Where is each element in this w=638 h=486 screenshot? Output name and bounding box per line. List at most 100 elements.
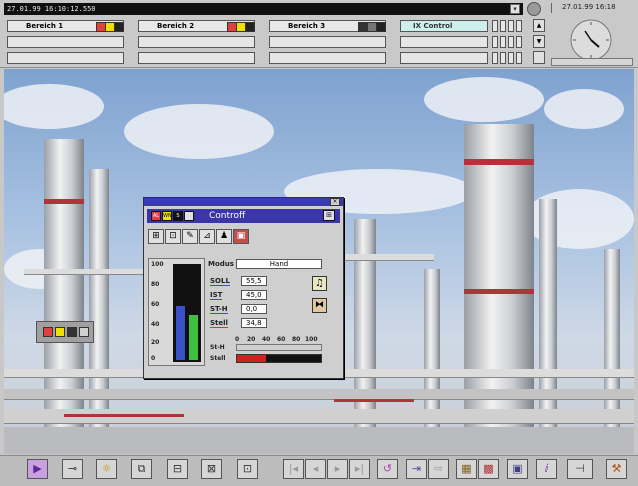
clock-text: 27.01.99 16:18: [551, 3, 635, 13]
soll-value[interactable]: 55,5: [241, 276, 267, 286]
scale-tick: 60: [277, 336, 286, 343]
sth-label: ST-H: [210, 305, 228, 314]
slot[interactable]: [516, 20, 522, 32]
modus-label: Modus: [208, 260, 234, 268]
print-icon[interactable]: ⊟: [167, 459, 188, 479]
dialog-title: Controff: [209, 211, 246, 221]
stell-value[interactable]: 34,8: [241, 318, 267, 328]
tab-detail-icon[interactable]: ⊡: [165, 229, 181, 244]
tab-faceplate-icon[interactable]: ⊞: [148, 229, 164, 244]
scroll-end-button[interactable]: [533, 51, 545, 64]
key-icon[interactable]: ⊸: [62, 459, 83, 479]
tab-user-icon[interactable]: ♟: [216, 229, 232, 244]
area-cell[interactable]: [138, 36, 255, 48]
slot[interactable]: [516, 36, 522, 48]
plant-icon[interactable]: ▦: [456, 459, 477, 479]
save-icon[interactable]: ⊠: [201, 459, 222, 479]
stell-bar: [189, 315, 198, 360]
gauge-tick: 20: [151, 339, 160, 346]
header-bar: 27.01.99 16:10:12.550 ▾ 27.01.99 16:18 B…: [0, 0, 638, 68]
state-indicator: [376, 22, 386, 32]
clock-strip: [551, 58, 633, 66]
dropdown-icon[interactable]: ▾: [510, 4, 520, 14]
first-icon[interactable]: |◂: [283, 459, 304, 479]
prev-icon[interactable]: ◂: [305, 459, 326, 479]
sth-value[interactable]: 0,0: [241, 304, 267, 314]
slot[interactable]: [508, 36, 514, 48]
dialog-header: AL WN S Controff ⊞: [147, 209, 340, 223]
scale-tick: 100: [305, 336, 318, 343]
gauge-tick: 80: [151, 281, 160, 288]
tab-tune-icon[interactable]: ✎: [182, 229, 198, 244]
stell-bar-label: Stell: [210, 355, 226, 362]
area-cell[interactable]: [400, 52, 488, 64]
light-icon[interactable]: ☼: [96, 459, 117, 479]
dialog-titlebar[interactable]: [144, 198, 343, 206]
start-icon[interactable]: ▶: [27, 459, 48, 479]
area-label: Bereich 2: [157, 22, 195, 30]
monitor-icon[interactable]: ▣: [507, 459, 528, 479]
gauge-tick: 0: [151, 355, 156, 362]
ix-control-button[interactable]: IX Control: [400, 20, 488, 32]
next-icon[interactable]: ▸: [327, 459, 348, 479]
scale-tick: 40: [262, 336, 271, 343]
stell-output-bar: [236, 354, 322, 363]
state-indicator: [245, 22, 255, 32]
modus-value[interactable]: Hand: [236, 259, 322, 269]
area-cell[interactable]: [269, 36, 386, 48]
area-cell[interactable]: [7, 52, 124, 64]
slot[interactable]: [500, 36, 506, 48]
alarm-list-icon[interactable]: ▩: [478, 459, 499, 479]
badge-blank: [184, 211, 194, 221]
datetime-display: 27.01.99 16:10:12.550: [4, 3, 523, 15]
area-cell[interactable]: [7, 36, 124, 48]
edit-icon[interactable]: ⚒: [606, 459, 627, 479]
close-icon[interactable]: ×: [330, 198, 340, 206]
slot[interactable]: [500, 20, 506, 32]
gauge-tick: 100: [151, 261, 164, 268]
badge-wn: WN: [162, 211, 172, 221]
globe-icon[interactable]: [527, 2, 541, 16]
slot[interactable]: [492, 20, 498, 32]
ist-label: IST: [210, 291, 223, 300]
forward-icon[interactable]: ⇨: [428, 459, 449, 479]
copy-icon[interactable]: ⧉: [131, 459, 152, 479]
slot[interactable]: [516, 52, 522, 64]
slot[interactable]: [508, 52, 514, 64]
stell-label: Stell: [210, 319, 228, 328]
mini-faceplate[interactable]: [36, 321, 94, 343]
state-indicator: [114, 22, 124, 32]
scroll-down-button[interactable]: ▼: [533, 35, 545, 48]
ist-bar: [176, 306, 185, 360]
window-icon[interactable]: ⊡: [237, 459, 258, 479]
tab-trend-icon[interactable]: ⊿: [199, 229, 215, 244]
clock-icon: [570, 19, 612, 61]
slot[interactable]: [492, 52, 498, 64]
area-label: Bereich 3: [288, 22, 326, 30]
jump-icon[interactable]: ⇥: [406, 459, 427, 479]
bell-icon[interactable]: ♫: [312, 276, 327, 291]
soll-label: SOLL: [210, 277, 230, 286]
scroll-up-button[interactable]: ▲: [533, 19, 545, 32]
slot[interactable]: [500, 52, 506, 64]
area-cell[interactable]: [400, 36, 488, 48]
area-cell[interactable]: [138, 52, 255, 64]
help-icon[interactable]: ⊞: [323, 210, 335, 221]
undo-icon[interactable]: ↺: [377, 459, 398, 479]
area-label: Bereich 1: [26, 22, 64, 30]
area-cell[interactable]: [269, 52, 386, 64]
last-icon[interactable]: ▸|: [349, 459, 370, 479]
area-button-1[interactable]: Bereich 1: [7, 20, 124, 32]
tab-alarm-icon[interactable]: ▣: [233, 229, 249, 244]
area-button-3[interactable]: Bereich 3: [269, 20, 386, 32]
slot[interactable]: [492, 36, 498, 48]
tools-icon[interactable]: ⊣: [567, 459, 593, 479]
scale-tick: 20: [247, 336, 256, 343]
valve-icon[interactable]: ⧓: [312, 298, 327, 313]
gauge-tick: 40: [151, 321, 160, 328]
slot[interactable]: [508, 20, 514, 32]
scale-tick: 80: [292, 336, 301, 343]
area-button-2[interactable]: Bereich 2: [138, 20, 255, 32]
info-icon[interactable]: ⅈ: [536, 459, 557, 479]
badge-al: AL: [151, 211, 161, 221]
